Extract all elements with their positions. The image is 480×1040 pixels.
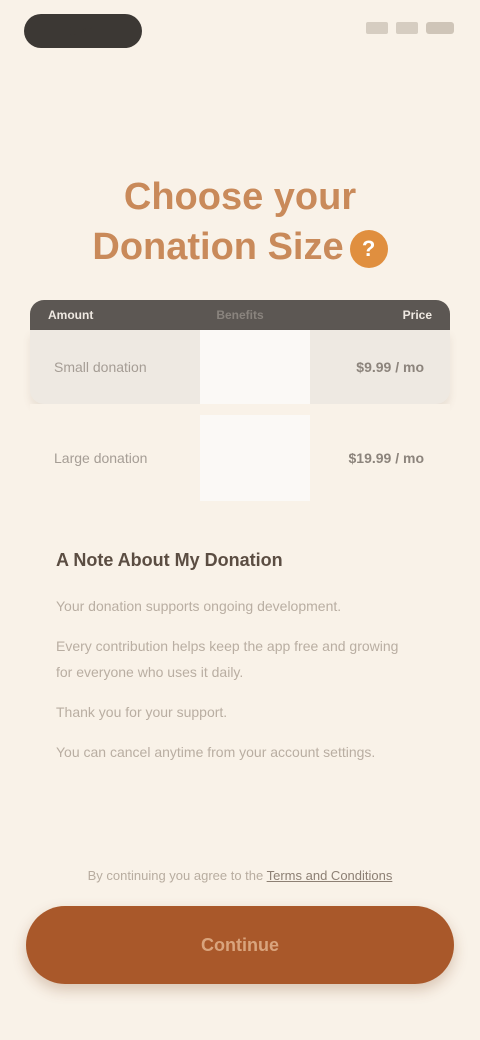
title-line-2-text: Donation Size — [92, 226, 344, 268]
terms-notice: By continuing you agree to the Terms and… — [60, 868, 420, 883]
plan-price: $9.99 / mo — [356, 359, 424, 375]
details-paragraph: Thank you for your support. — [56, 704, 228, 720]
plans-table-header: Amount Benefits Price — [30, 300, 450, 330]
title-line-2: Donation Size? — [40, 222, 440, 272]
column-header-benefits: Benefits — [216, 308, 264, 322]
details-paragraph: Every contribution helps keep the app fr… — [56, 638, 399, 680]
plan-name: Large donation — [54, 450, 148, 466]
wifi-icon — [396, 22, 418, 34]
continue-button[interactable]: Continue — [26, 906, 454, 984]
plan-benefit — [200, 415, 310, 501]
details-paragraph: Your donation supports ongoing developme… — [56, 598, 342, 614]
info-icon[interactable]: ? — [349, 229, 388, 268]
status-icons — [366, 22, 454, 34]
status-time: 9:41 — [24, 14, 142, 48]
page-title: Choose your Donation Size? — [40, 172, 440, 272]
status-bar: 9:41 — [0, 0, 480, 64]
terms-prefix: By continuing you agree to the — [87, 868, 267, 883]
terms-link[interactable]: Terms and Conditions — [267, 868, 393, 883]
details-heading: A Note About My Donation — [56, 550, 283, 570]
column-header-price: Price — [402, 308, 432, 322]
plan-row-small[interactable]: Small donation $9.99 / mo — [30, 330, 450, 404]
signal-icon — [366, 22, 388, 34]
details-section: A Note About My Donation Your donation s… — [56, 550, 416, 779]
title-line-1: Choose your — [123, 176, 357, 218]
column-header-amount: Amount — [48, 308, 94, 322]
plan-name: Small donation — [54, 359, 147, 375]
battery-icon — [426, 22, 454, 34]
plans-table: Amount Benefits Price Small donation $9.… — [30, 300, 450, 512]
plan-row-large[interactable]: Large donation $19.99 / mo — [30, 404, 450, 512]
plan-benefit — [200, 330, 310, 404]
plan-price: $19.99 / mo — [348, 450, 425, 466]
details-paragraph: You can cancel anytime from your account… — [56, 744, 376, 760]
